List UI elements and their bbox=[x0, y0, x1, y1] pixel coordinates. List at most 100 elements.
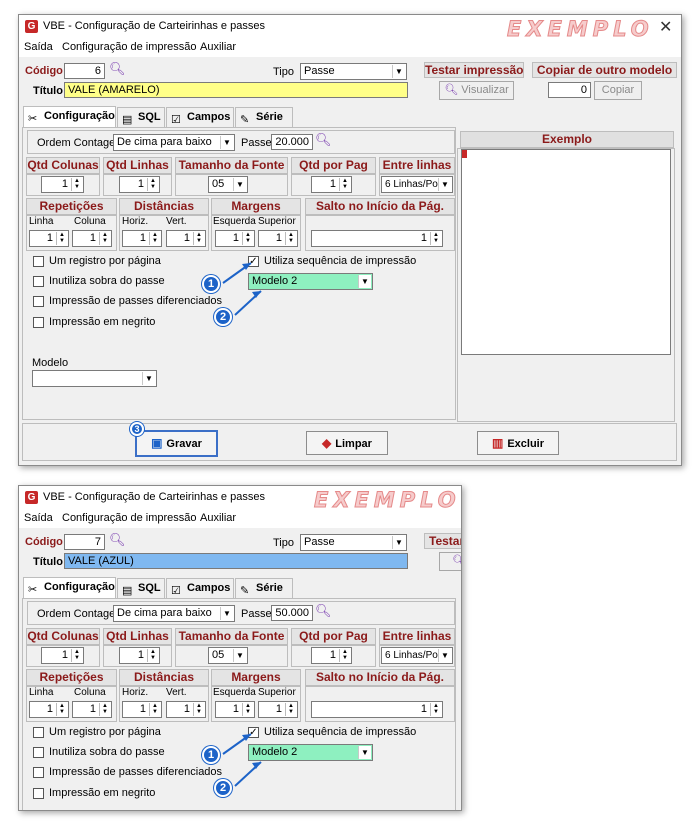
gravar-button[interactable]: ▣ Gravar bbox=[135, 430, 218, 457]
search-icon[interactable]: 🔍︎ bbox=[315, 603, 332, 619]
spinner-arrows-icon[interactable]: ▲ ▼ bbox=[285, 703, 296, 716]
codigo-label: Código bbox=[25, 536, 63, 548]
fonte-select[interactable]: 05 ▼ bbox=[208, 647, 248, 664]
inutiliza-checkbox[interactable] bbox=[33, 747, 44, 758]
spinner-arrows-icon[interactable]: ▲ ▼ bbox=[71, 649, 82, 662]
spinner-arrows-icon[interactable]: ▲ ▼ bbox=[147, 649, 158, 662]
codigo-field[interactable]: 6 bbox=[64, 63, 105, 79]
qtd-linhas-value: 1 bbox=[137, 649, 144, 661]
spinner-arrows-icon[interactable]: ▲ ▼ bbox=[99, 232, 110, 245]
superior-spinner[interactable]: 1 ▲ ▼ bbox=[258, 701, 298, 718]
visualizar-button[interactable]: 🔍︎ bbox=[439, 552, 461, 571]
linha-value: 1 bbox=[46, 703, 53, 715]
esquerda-spinner[interactable]: 1 ▲ ▼ bbox=[215, 701, 255, 718]
limpar-button[interactable]: ◆ Limpar bbox=[306, 431, 388, 455]
inutiliza-checkbox[interactable] bbox=[33, 276, 44, 287]
spinner-arrows-icon[interactable]: ▲ ▼ bbox=[149, 232, 160, 245]
tab-configuracao[interactable]: ✂ Configuração bbox=[23, 577, 116, 598]
passe-field[interactable]: 50.000 bbox=[271, 605, 313, 621]
spinner-arrows-icon[interactable]: ▲ ▼ bbox=[193, 703, 204, 716]
spinner-arrows-icon[interactable]: ▲ ▼ bbox=[242, 703, 253, 716]
spinner-arrows-icon[interactable]: ▲ ▼ bbox=[149, 703, 160, 716]
spinner-arrows-icon[interactable]: ▲ ▼ bbox=[56, 232, 67, 245]
menu-configuracao-impressao[interactable]: Configuração de impressão bbox=[62, 41, 197, 53]
titulo-field[interactable]: VALE (AMARELO) bbox=[64, 82, 408, 98]
search-icon[interactable]: 🔍︎ bbox=[315, 132, 332, 148]
entre-linhas-select[interactable]: 6 Linhas/Pol ▼ bbox=[381, 176, 453, 193]
coluna-spinner[interactable]: 1 ▲ ▼ bbox=[72, 701, 112, 718]
tab-sql[interactable]: ▤ SQL bbox=[117, 107, 165, 127]
negrito-checkbox[interactable] bbox=[33, 788, 44, 799]
qtd-colunas-spinner[interactable]: 1 ▲ ▼ bbox=[41, 176, 84, 193]
tab-campos[interactable]: ☑ Campos bbox=[166, 107, 234, 127]
qtd-por-pag-spinner[interactable]: 1 ▲ ▼ bbox=[311, 176, 352, 193]
excluir-button[interactable]: ▥ Excluir bbox=[477, 431, 559, 455]
ordem-select[interactable]: De cima para baixo ▼ bbox=[113, 605, 235, 622]
spinner-arrows-icon[interactable]: ▲ ▼ bbox=[430, 232, 441, 245]
coluna-label: Coluna bbox=[74, 216, 106, 227]
copiar-field[interactable]: 0 bbox=[548, 82, 591, 98]
modelo-select[interactable]: ▼ bbox=[32, 370, 157, 387]
passe-field[interactable]: 20.000 bbox=[271, 134, 313, 150]
copiar-button[interactable]: Copiar bbox=[594, 81, 642, 100]
impressao-passes-checkbox[interactable] bbox=[33, 296, 44, 307]
spinner-arrows-icon[interactable]: ▲ ▼ bbox=[339, 649, 350, 662]
tab-configuracao[interactable]: ✂ Configuração bbox=[23, 106, 116, 127]
search-icon[interactable]: 🔍︎ bbox=[109, 532, 126, 548]
visualizar-button[interactable]: 🔍︎ Visualizar bbox=[439, 81, 514, 100]
tab-serie[interactable]: ✎ Série bbox=[235, 578, 293, 598]
menu-saida[interactable]: Saída bbox=[24, 512, 53, 524]
horiz-spinner[interactable]: 1 ▲ ▼ bbox=[122, 230, 162, 247]
salto-spinner[interactable]: 1 ▲ ▼ bbox=[311, 230, 443, 247]
um-registro-checkbox[interactable] bbox=[33, 256, 44, 267]
chevron-down-icon: ▼ bbox=[220, 136, 233, 149]
salto-spinner[interactable]: 1 ▲ ▼ bbox=[311, 701, 443, 718]
impressao-passes-label: Impressão de passes diferenciados bbox=[49, 295, 223, 307]
search-icon[interactable]: 🔍︎ bbox=[109, 61, 126, 77]
fonte-select[interactable]: 05 ▼ bbox=[208, 176, 248, 193]
linha-spinner[interactable]: 1 ▲ ▼ bbox=[29, 701, 69, 718]
repeticoes-header: Repetições bbox=[26, 669, 117, 686]
spinner-arrows-icon[interactable]: ▲ ▼ bbox=[56, 703, 67, 716]
qtd-linhas-spinner[interactable]: 1 ▲ ▼ bbox=[119, 647, 160, 664]
spinner-arrows-icon[interactable]: ▲ ▼ bbox=[430, 703, 441, 716]
um-registro-checkbox[interactable] bbox=[33, 727, 44, 738]
superior-spinner[interactable]: 1 ▲ ▼ bbox=[258, 230, 298, 247]
qtd-linhas-spinner[interactable]: 1 ▲ ▼ bbox=[119, 176, 160, 193]
vert-spinner[interactable]: 1 ▲ ▼ bbox=[166, 701, 206, 718]
coluna-spinner[interactable]: 1 ▲ ▼ bbox=[72, 230, 112, 247]
spinner-arrows-icon[interactable]: ▲ ▼ bbox=[71, 178, 82, 191]
menu-auxiliar[interactable]: Auxiliar bbox=[200, 512, 236, 524]
linha-spinner[interactable]: 1 ▲ ▼ bbox=[29, 230, 69, 247]
menu-saida[interactable]: Saída bbox=[24, 41, 53, 53]
spinner-arrows-icon[interactable]: ▲ ▼ bbox=[242, 232, 253, 245]
tab-sql[interactable]: ▤ SQL bbox=[117, 578, 165, 598]
tipo-select[interactable]: Passe ▼ bbox=[300, 534, 407, 551]
vert-spinner[interactable]: 1 ▲ ▼ bbox=[166, 230, 206, 247]
menu-configuracao-impressao[interactable]: Configuração de impressão bbox=[62, 512, 197, 524]
close-icon[interactable]: ✕ bbox=[659, 17, 672, 37]
tipo-select[interactable]: Passe ▼ bbox=[300, 63, 407, 80]
spinner-arrows-icon[interactable]: ▲ ▼ bbox=[147, 178, 158, 191]
ordem-select[interactable]: De cima para baixo ▼ bbox=[113, 134, 235, 151]
spinner-arrows-icon[interactable]: ▲ ▼ bbox=[193, 232, 204, 245]
esquerda-spinner[interactable]: 1 ▲ ▼ bbox=[215, 230, 255, 247]
titulo-field[interactable]: VALE (AZUL) bbox=[64, 553, 408, 569]
qtd-por-pag-spinner[interactable]: 1 ▲ ▼ bbox=[311, 647, 352, 664]
spinner-arrows-icon[interactable]: ▲ ▼ bbox=[339, 178, 350, 191]
menu-auxiliar[interactable]: Auxiliar bbox=[200, 41, 236, 53]
impressao-passes-checkbox[interactable] bbox=[33, 767, 44, 778]
coluna-value: 1 bbox=[89, 232, 96, 244]
codigo-field[interactable]: 7 bbox=[64, 534, 105, 550]
horiz-spinner[interactable]: 1 ▲ ▼ bbox=[122, 701, 162, 718]
qtd-colunas-spinner[interactable]: 1 ▲ ▼ bbox=[41, 647, 84, 664]
eraser-icon: ◆ bbox=[322, 436, 332, 450]
esquerda-value: 1 bbox=[232, 232, 239, 244]
spinner-arrows-icon[interactable]: ▲ ▼ bbox=[285, 232, 296, 245]
spinner-arrows-icon[interactable]: ▲ ▼ bbox=[99, 703, 110, 716]
negrito-checkbox[interactable] bbox=[33, 317, 44, 328]
entre-linhas-select[interactable]: 6 Linhas/Pol ▼ bbox=[381, 647, 453, 664]
tab-campos[interactable]: ☑ Campos bbox=[166, 578, 234, 598]
tab-serie[interactable]: ✎ Série bbox=[235, 107, 293, 127]
callout-1: 1 bbox=[202, 275, 220, 293]
